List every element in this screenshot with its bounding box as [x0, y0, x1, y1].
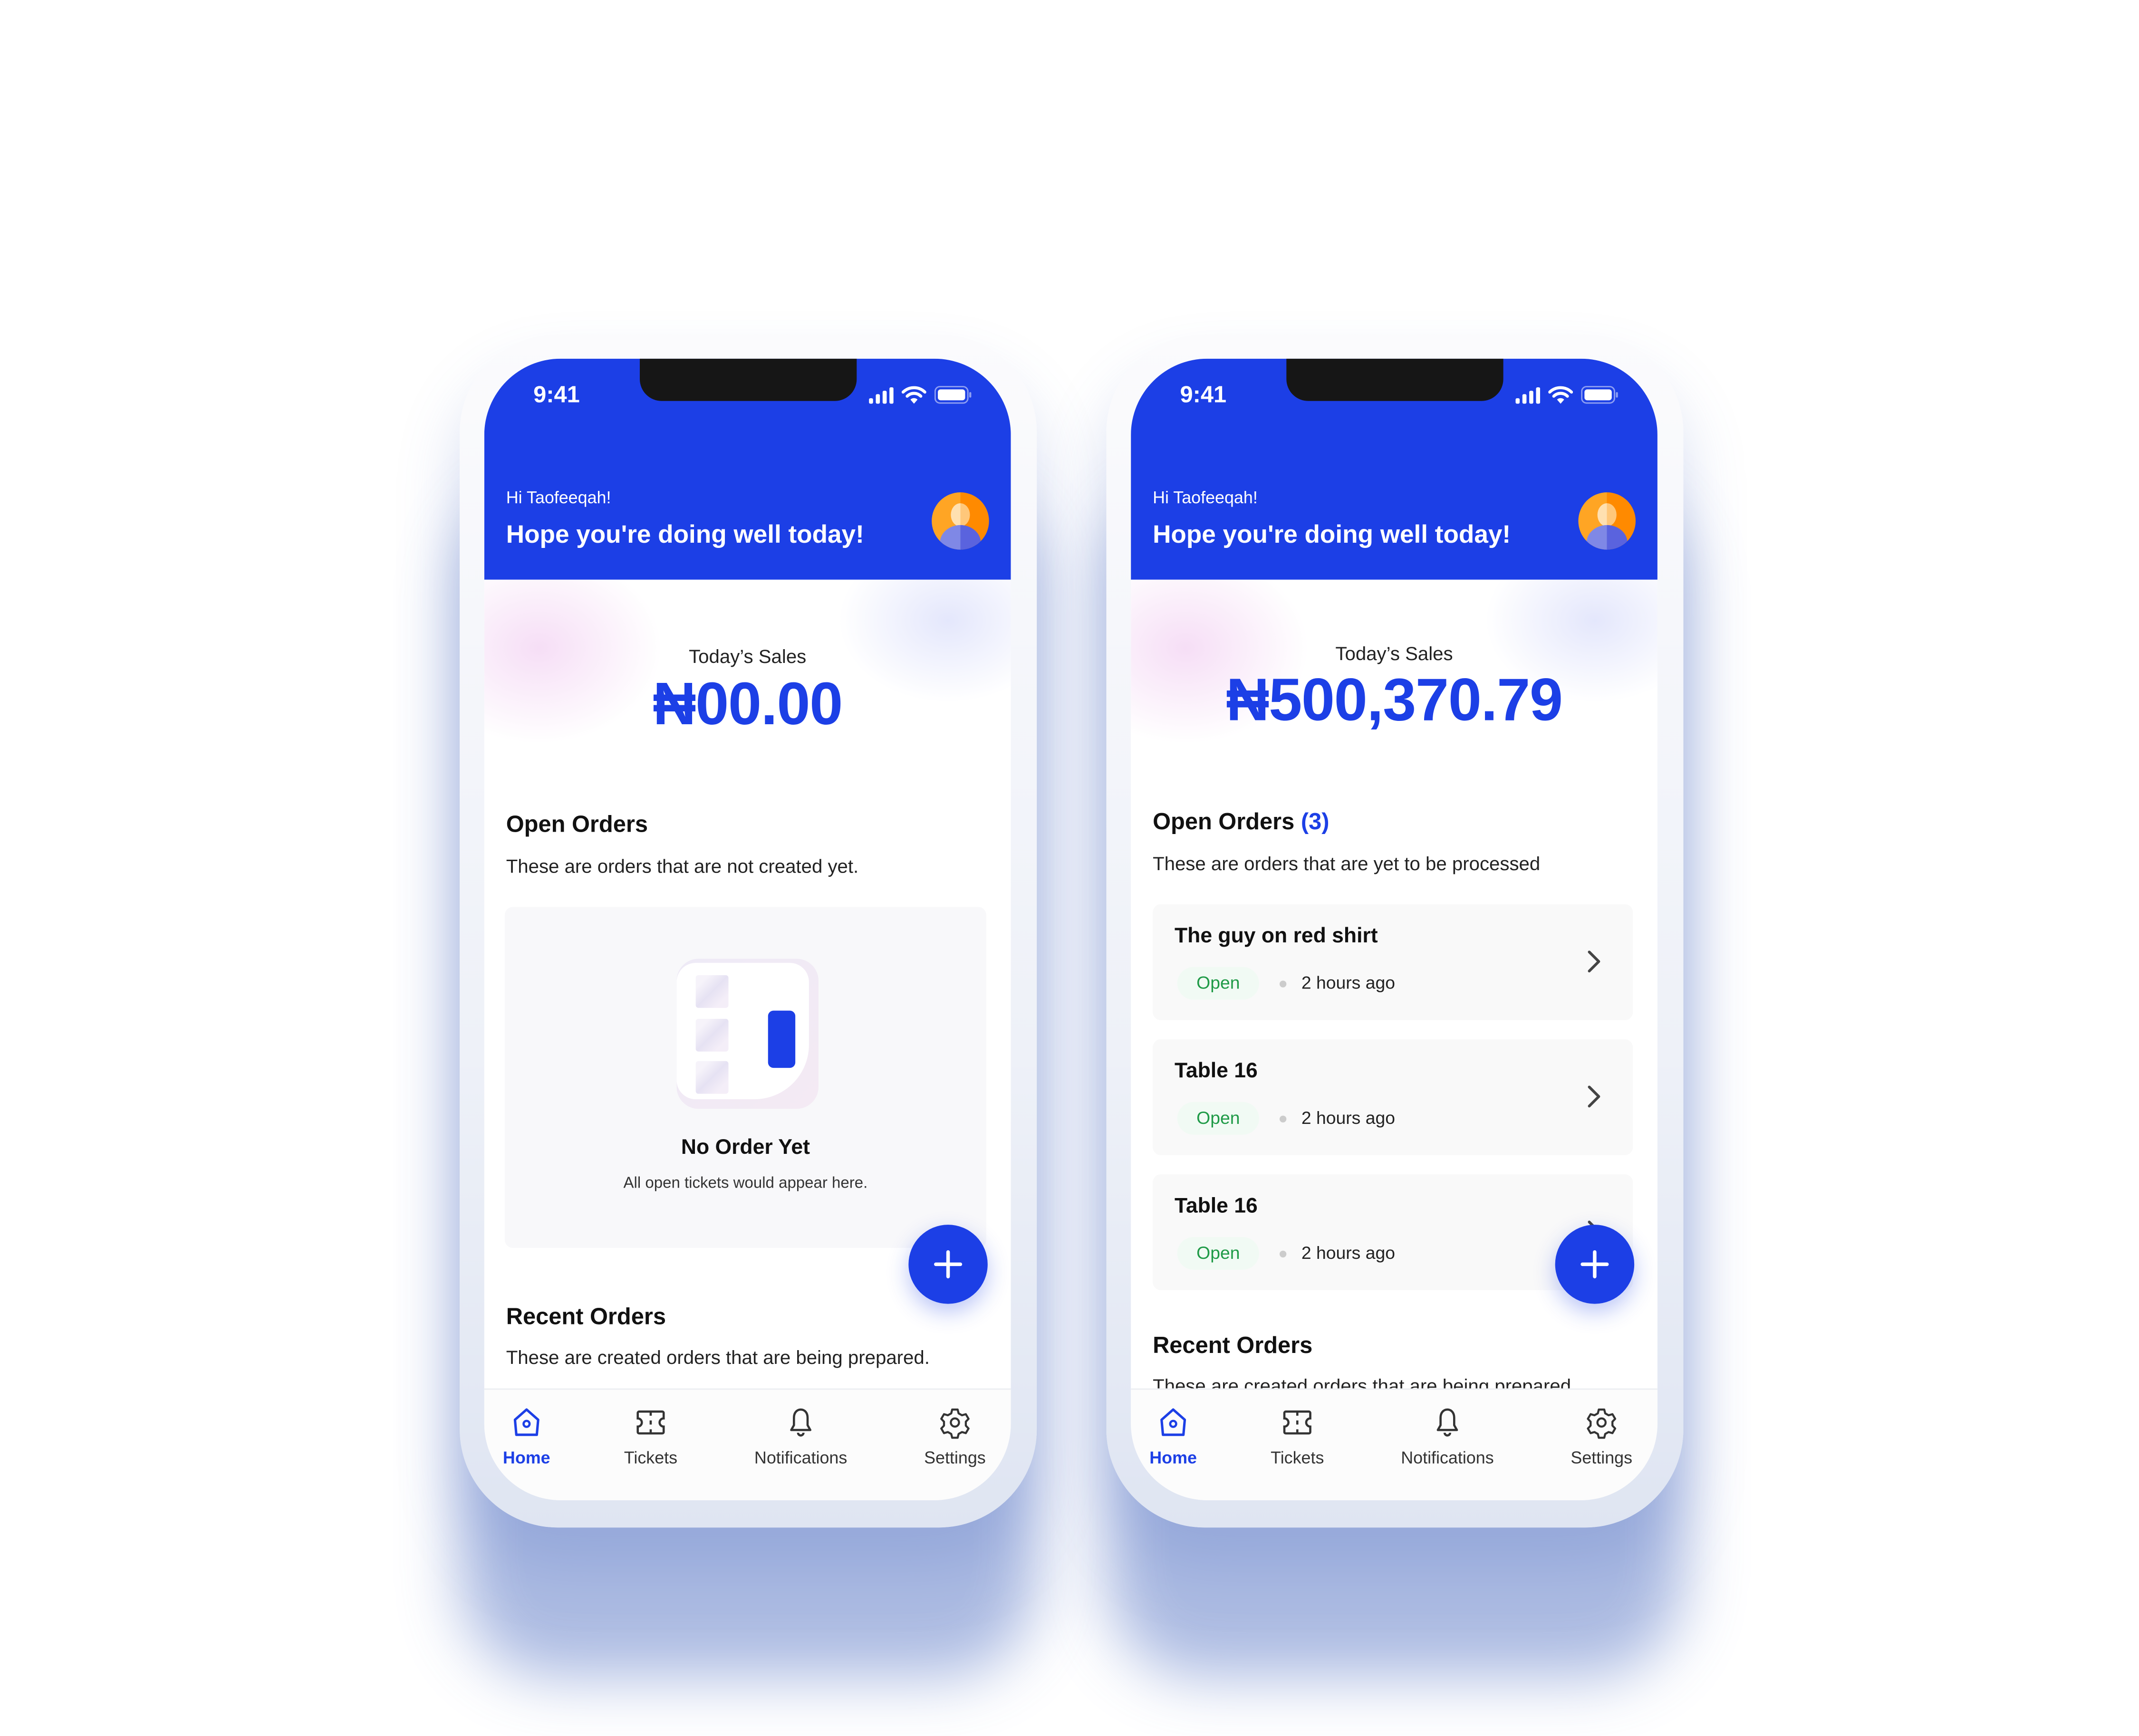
greeting: Hi Taofeeqah! [506, 488, 611, 508]
nav-tickets[interactable]: Tickets [1236, 1406, 1359, 1467]
avatar[interactable] [932, 492, 989, 550]
sales-summary: Today’s Sales ₦500,370.79 [1131, 579, 1657, 785]
status-time: 9:41 [1180, 382, 1227, 408]
nav-notifications[interactable]: Notifications [739, 1406, 862, 1467]
phone-screen: 9:41 Hi Taofeeqah! Hope you're doing wel… [484, 358, 1011, 1500]
empty-state-title: No Order Yet [681, 1136, 810, 1160]
chevron-right-icon[interactable] [1584, 948, 1603, 975]
wifi-icon [1548, 386, 1573, 404]
app-header: 9:41 Hi Taofeeqah! Hope you're doing wel… [1131, 358, 1657, 580]
avatar[interactable] [1578, 492, 1636, 550]
wifi-icon [902, 386, 926, 404]
nav-settings[interactable]: Settings [894, 1406, 1011, 1467]
signal-icon [1515, 386, 1541, 403]
nav-label: Settings [924, 1448, 986, 1468]
empty-orders-card: No Order Yet All open tickets would appe… [504, 907, 986, 1248]
open-orders-count: (3) [1301, 808, 1330, 835]
add-order-button[interactable] [908, 1225, 988, 1304]
sales-label: Today’s Sales [1335, 642, 1453, 664]
nav-label: Home [1149, 1448, 1197, 1468]
phone-empty-state: 9:41 Hi Taofeeqah! Hope you're doing wel… [460, 334, 1037, 1528]
recent-orders-subtitle: These are created orders that are being … [506, 1346, 930, 1368]
order-time: 2 hours ago [1301, 1107, 1395, 1128]
recent-orders-title: Recent Orders [1153, 1332, 1313, 1359]
status-icons [869, 386, 973, 404]
gear-icon [1587, 1408, 1617, 1439]
nav-label: Notifications [1401, 1448, 1494, 1468]
order-card[interactable]: Table 16 Open 2 hours ago [1153, 1039, 1633, 1155]
open-orders-subtitle: These are orders that are not created ye… [506, 855, 859, 877]
nav-label: Notifications [754, 1448, 848, 1468]
home-icon [513, 1408, 540, 1436]
signal-icon [869, 386, 894, 403]
plus-icon [934, 1250, 963, 1278]
nav-home[interactable]: Home [484, 1406, 588, 1467]
add-order-button[interactable] [1555, 1225, 1635, 1304]
status-badge: Open [1177, 1237, 1259, 1270]
sales-amount: ₦00.00 [653, 671, 843, 738]
empty-state-subtitle: All open tickets would appear here. [623, 1175, 868, 1192]
plus-icon [1580, 1250, 1609, 1278]
battery-icon [934, 386, 972, 404]
gear-icon [940, 1408, 970, 1439]
notch [1286, 358, 1503, 401]
bell-icon [1436, 1408, 1458, 1437]
separator-dot [1279, 980, 1287, 988]
open-orders-title-text: Open Orders [506, 811, 648, 838]
chevron-right-icon[interactable] [1584, 1083, 1603, 1110]
open-orders-subtitle: These are orders that are yet to be proc… [1153, 852, 1541, 874]
open-orders-title: Open Orders [506, 812, 648, 839]
sales-summary: Today’s Sales ₦00.00 [484, 579, 1011, 785]
recent-orders-title: Recent Orders [506, 1304, 666, 1330]
sales-amount: ₦500,370.79 [1226, 667, 1563, 734]
order-time: 2 hours ago [1301, 972, 1395, 993]
nav-settings[interactable]: Settings [1540, 1406, 1657, 1467]
headline: Hope you're doing well today! [1153, 519, 1511, 548]
nav-label: Tickets [624, 1448, 678, 1468]
open-orders-title: Open Orders (3) [1153, 809, 1329, 836]
status-time: 9:41 [533, 382, 580, 408]
nav-home[interactable]: Home [1131, 1406, 1234, 1467]
bell-icon [790, 1408, 812, 1437]
order-name: The guy on red shirt [1174, 924, 1378, 948]
nav-tickets[interactable]: Tickets [589, 1406, 712, 1467]
bottom-nav: Home Tickets Notifications Settings [1131, 1388, 1657, 1500]
bottom-nav: Home Tickets Notifications Settings [484, 1388, 1011, 1500]
order-name: Table 16 [1174, 1195, 1258, 1218]
nav-label: Settings [1571, 1448, 1633, 1468]
nav-notifications[interactable]: Notifications [1386, 1406, 1509, 1467]
order-name: Table 16 [1174, 1059, 1258, 1083]
home-icon [1160, 1408, 1186, 1436]
stage: 9:41 Hi Taofeeqah! Hope you're doing wel… [0, 0, 2139, 1736]
empty-orders-illustration [676, 959, 819, 1109]
nav-label: Home [502, 1448, 550, 1468]
notch [639, 358, 857, 401]
status-badge: Open [1177, 967, 1259, 1000]
separator-dot [1279, 1115, 1287, 1122]
status-icons [1515, 386, 1619, 404]
ticket-icon [636, 1410, 665, 1435]
open-orders-title-text: Open Orders [1153, 808, 1295, 835]
order-time: 2 hours ago [1301, 1242, 1395, 1263]
headline: Hope you're doing well today! [506, 519, 864, 548]
greeting: Hi Taofeeqah! [1153, 488, 1258, 508]
phone-screen: 9:41 Hi Taofeeqah! Hope you're doing wel… [1131, 358, 1657, 1500]
ticket-icon [1283, 1410, 1311, 1435]
separator-dot [1279, 1250, 1287, 1258]
nav-label: Tickets [1271, 1448, 1324, 1468]
phone-with-orders: 9:41 Hi Taofeeqah! Hope you're doing wel… [1106, 334, 1684, 1528]
battery-icon [1581, 386, 1618, 404]
sales-label: Today’s Sales [689, 645, 807, 667]
app-header: 9:41 Hi Taofeeqah! Hope you're doing wel… [484, 358, 1011, 580]
status-badge: Open [1177, 1102, 1259, 1135]
order-card[interactable]: The guy on red shirt Open 2 hours ago [1153, 904, 1633, 1020]
